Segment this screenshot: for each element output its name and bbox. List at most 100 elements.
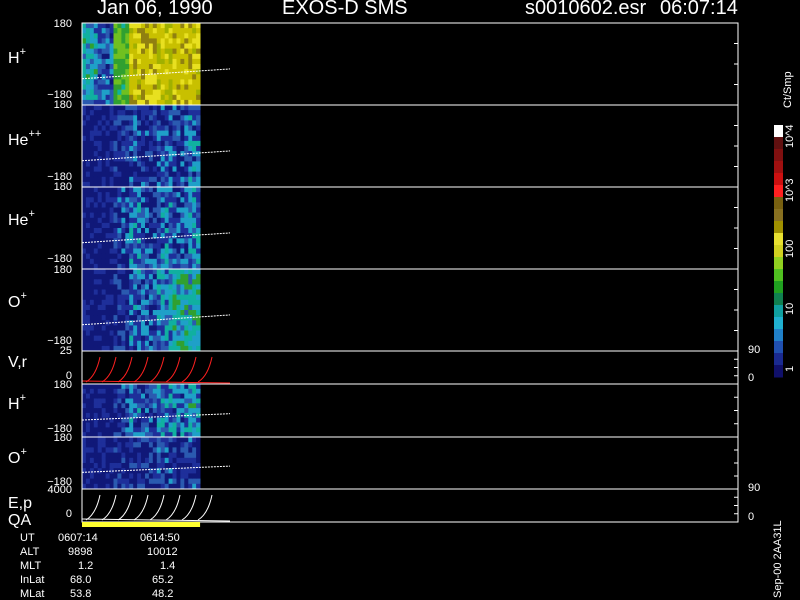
- heatmap-cell: [105, 105, 110, 111]
- heatmap-cell: [133, 233, 138, 239]
- heatmap-cell: [145, 473, 150, 480]
- heatmap-cell: [113, 279, 118, 285]
- heatmap-cell: [121, 89, 126, 96]
- heatmap-cell: [168, 176, 173, 183]
- heatmap-cell: [152, 452, 158, 459]
- heatmap-cell: [121, 69, 126, 75]
- heatmap-cell: [93, 437, 99, 443]
- heatmap-cell: [160, 115, 166, 121]
- heatmap-cell: [113, 384, 118, 390]
- heatmap-cell: [113, 94, 118, 101]
- heatmap-cell: [125, 447, 130, 454]
- heatmap-cell: [160, 388, 166, 395]
- heatmap-cell: [192, 437, 197, 443]
- heatmap-cell: [145, 222, 150, 229]
- heatmap-cell: [192, 248, 197, 255]
- heatmap-cell: [137, 330, 142, 337]
- heatmap-cell: [133, 202, 138, 208]
- heatmap-cell: [101, 217, 107, 224]
- heatmap-cell: [172, 140, 177, 147]
- heatmap-cell: [184, 437, 189, 443]
- heatmap-cell: [105, 207, 110, 214]
- heatmap-cell: [148, 161, 154, 167]
- heatmap-cell: [196, 207, 201, 214]
- heatmap-cell: [180, 23, 185, 29]
- heatmap-cell: [188, 279, 193, 285]
- heatmap-cell: [97, 269, 103, 275]
- heatmap-cell: [137, 161, 142, 167]
- heatmap-cell: [129, 48, 134, 55]
- heatmap-cell: [176, 269, 181, 275]
- heatmap-cell: [145, 48, 150, 55]
- heatmap-cell: [121, 393, 126, 399]
- heatmap-cell: [93, 422, 99, 428]
- heatmap-cell: [113, 156, 118, 162]
- heatmap-cell: [85, 130, 91, 137]
- heatmap-cell: [188, 289, 193, 296]
- heatmap-cell: [93, 120, 99, 126]
- heatmap-cell: [148, 110, 154, 116]
- heatmap-cell: [180, 120, 185, 126]
- heatmap-cell: [164, 69, 170, 75]
- heatmap-cell: [145, 84, 150, 91]
- heatmap-cell: [117, 222, 122, 229]
- heatmap-cell: [145, 330, 150, 337]
- heatmap-cell: [82, 135, 87, 142]
- heatmap-cell: [145, 217, 150, 224]
- heatmap-cell: [85, 64, 91, 70]
- heatmap-cell: [93, 478, 99, 485]
- heatmap-cell: [133, 140, 138, 147]
- heatmap-cell: [121, 33, 126, 39]
- heatmap-cell: [188, 161, 193, 167]
- heatmap-cell: [93, 89, 99, 96]
- heatmap-cell: [125, 468, 130, 474]
- heatmap-cell: [133, 115, 138, 121]
- heatmap-cell: [133, 279, 138, 285]
- heatmap-cell: [152, 412, 158, 419]
- heatmap-cell: [168, 269, 173, 275]
- heatmap-cell: [89, 33, 95, 39]
- heatmap-cell: [145, 33, 150, 39]
- heatmap-cell: [133, 212, 138, 219]
- heatmap-cell: [113, 84, 118, 91]
- heatmap-cell: [125, 304, 130, 311]
- heatmap-cell: [117, 447, 122, 454]
- heatmap-cell: [117, 412, 122, 419]
- heatmap-cell: [101, 166, 107, 173]
- heatmap-cell: [141, 408, 146, 414]
- heatmap-cell: [85, 207, 91, 214]
- heatmap-cell: [113, 69, 118, 75]
- heatmap-cell: [152, 398, 158, 404]
- heatmap-cell: [172, 279, 177, 285]
- heatmap-cell: [192, 468, 197, 474]
- heatmap-cell: [192, 74, 197, 80]
- heatmap-cell: [89, 146, 95, 152]
- rtick-ep-top: 90: [748, 482, 761, 494]
- heatmap-cell: [168, 228, 173, 234]
- heatmap-cell: [121, 310, 126, 316]
- heatmap-cell: [184, 166, 189, 173]
- heatmap-cell: [89, 202, 95, 208]
- heatmap-cell: [196, 284, 201, 290]
- heatmap-cell: [82, 243, 87, 249]
- heatmap-cell: [168, 222, 173, 229]
- heatmap-cell: [152, 393, 158, 399]
- heatmap-cell: [160, 340, 166, 347]
- heatmap-cell: [180, 146, 185, 152]
- heatmap-cell: [137, 23, 142, 29]
- heatmap-cell: [113, 120, 118, 126]
- heatmap-cell: [160, 94, 166, 101]
- heatmap-cell: [89, 105, 95, 111]
- heatmap-cell: [192, 48, 197, 55]
- heatmap-cell: [85, 58, 91, 65]
- heatmap-cell: [125, 84, 130, 91]
- heatmap-cell: [188, 89, 193, 96]
- heatmap-cell: [109, 79, 114, 85]
- heatmap-cell: [121, 427, 126, 433]
- heatmap-cell: [97, 105, 103, 111]
- heatmap-cell: [145, 94, 150, 101]
- heatmap-cell: [121, 187, 126, 193]
- heatmap-cell: [192, 176, 197, 183]
- heatmap-cell: [133, 310, 138, 316]
- heatmap-cell: [137, 166, 142, 173]
